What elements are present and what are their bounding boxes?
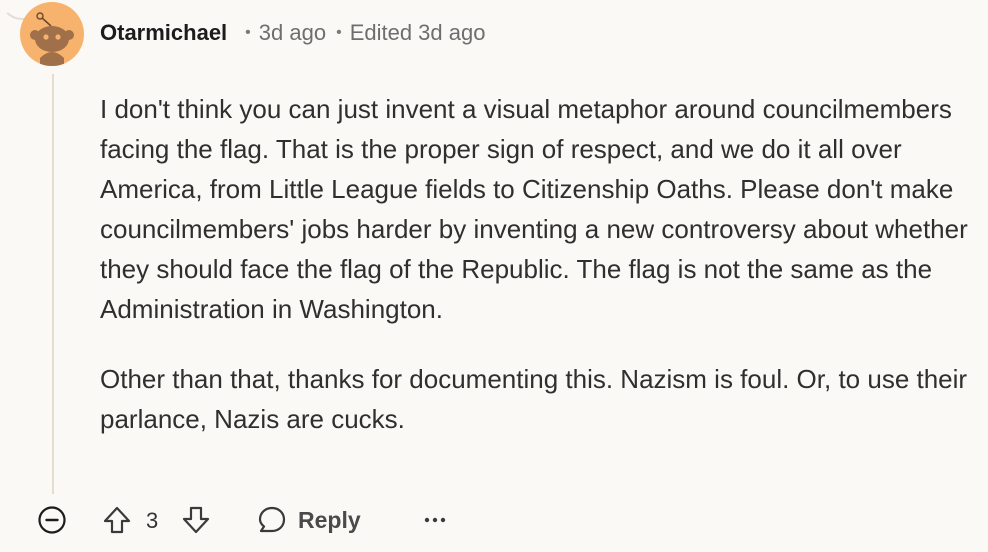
author-username[interactable]: Otarmichael [100,20,227,46]
downvote-button[interactable] [180,504,212,536]
thread-line[interactable] [52,74,54,494]
speech-bubble-icon [258,506,286,533]
collapse-button[interactable] [37,505,67,535]
comment-paragraph: I don't think you can just invent a visu… [100,94,968,324]
comment-paragraph: Other than that, thanks for documenting … [100,364,968,434]
comment-actions: 3 Reply [0,496,988,546]
ellipsis-icon [424,517,446,523]
arrow-up-icon [103,506,131,534]
more-options-button[interactable] [420,506,450,534]
comment: Otarmichael • 3d ago • Edited 3d ago I d… [0,0,988,552]
comment-body: I don't think you can just invent a visu… [100,89,975,469]
vote-score: 3 [146,508,159,533]
separator-dot: • [336,24,342,41]
thread-connector [0,0,24,20]
edited-time: Edited 3d ago [349,20,486,45]
posted-time[interactable]: 3d ago [259,20,326,46]
reply-label: Reply [298,506,361,533]
arrow-down-icon [182,506,210,534]
avatar[interactable] [20,2,84,66]
upvote-button[interactable] [101,504,133,536]
snoo-avatar-icon [30,12,74,66]
reply-button[interactable]: Reply [256,502,361,538]
separator-dot: • [245,24,251,41]
minus-circle-icon [38,506,66,534]
comment-header: Otarmichael • 3d ago • Edited 3d ago [100,20,485,46]
